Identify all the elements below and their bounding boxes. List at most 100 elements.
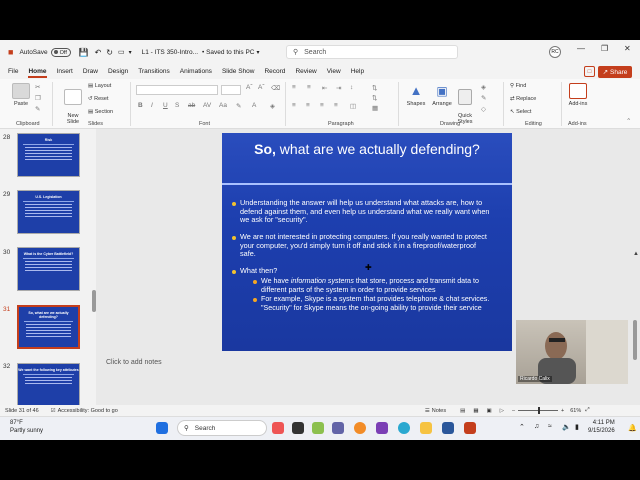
shapes-button[interactable]: ▲ Shapes bbox=[404, 83, 428, 107]
undo-icon[interactable]: ↶ bbox=[95, 48, 102, 57]
shape-fill-icon[interactable]: ◈ bbox=[481, 83, 486, 91]
save-icon[interactable]: 💾 bbox=[79, 48, 89, 57]
align-center-icon[interactable]: ≡ bbox=[306, 102, 310, 109]
sub-bullet-information-systems[interactable]: We have information systems that store, … bbox=[253, 277, 491, 294]
decrease-indent-icon[interactable]: ⇤ bbox=[322, 84, 327, 92]
text-direction-icon[interactable]: ⇅ bbox=[372, 84, 377, 92]
tab-transitions[interactable]: Transitions bbox=[138, 68, 170, 75]
slideshow-icon[interactable]: ▷ bbox=[500, 408, 504, 414]
slide-thumbnail[interactable]: We want the following key attributes bbox=[17, 363, 80, 407]
increase-font-icon[interactable]: Aˆ bbox=[246, 84, 253, 91]
minimize-icon[interactable]: — bbox=[577, 44, 585, 53]
zoom-in-icon[interactable]: + bbox=[561, 408, 564, 414]
firefox-icon[interactable] bbox=[354, 422, 366, 434]
smartart-icon[interactable]: ▦ bbox=[372, 104, 378, 112]
strikethrough-icon[interactable]: ab bbox=[188, 102, 195, 109]
zoom-out-icon[interactable]: – bbox=[512, 408, 515, 414]
notes-button[interactable]: Notes bbox=[432, 408, 446, 414]
increase-indent-icon[interactable]: ⇥ bbox=[336, 84, 341, 92]
collapse-ribbon-icon[interactable]: ⌃ bbox=[626, 117, 631, 125]
slide-title[interactable]: So, what are we actually defending? bbox=[222, 140, 512, 158]
share-button[interactable]: ↗ Share bbox=[598, 66, 632, 78]
present-icon[interactable]: ▭ bbox=[118, 48, 125, 56]
volume-icon[interactable]: ♫ bbox=[534, 423, 539, 430]
slide-canvas[interactable]: So, what are we actually defending? Unde… bbox=[222, 133, 512, 351]
numbering-icon[interactable]: ≡ bbox=[307, 84, 311, 91]
avatar[interactable]: RC bbox=[549, 46, 561, 58]
powerpoint-taskbar-icon[interactable] bbox=[464, 422, 476, 434]
font-name-select[interactable] bbox=[136, 85, 218, 95]
slide-thumbnail[interactable]: U.S. Legislation bbox=[17, 190, 80, 234]
notifications-icon[interactable]: 🔔 bbox=[628, 424, 637, 432]
section-button[interactable]: ▤ Section bbox=[88, 109, 113, 115]
tab-slide-show[interactable]: Slide Show bbox=[222, 68, 255, 75]
zoom-slider[interactable] bbox=[518, 407, 559, 414]
tab-help[interactable]: Help bbox=[351, 68, 364, 75]
comments-icon[interactable]: □ bbox=[584, 66, 595, 77]
arrange-button[interactable]: ▣ Arrange bbox=[430, 83, 454, 107]
tab-record[interactable]: Record bbox=[264, 68, 285, 75]
italic-icon[interactable]: I bbox=[151, 102, 153, 109]
accessibility-status[interactable]: Accessibility: Good to go bbox=[58, 408, 118, 414]
widgets-icon[interactable] bbox=[312, 422, 324, 434]
autosave-toggle[interactable]: Off bbox=[50, 47, 71, 57]
file-explorer-icon[interactable] bbox=[420, 422, 432, 434]
tab-design[interactable]: Design bbox=[108, 68, 128, 75]
paste-button[interactable]: Paste bbox=[8, 83, 34, 107]
sub-bullet-skype-example[interactable]: For example, Skype is a system that prov… bbox=[253, 295, 491, 312]
slide-thumbnail[interactable]: What is the Cyber Battlefield? bbox=[17, 247, 80, 291]
slide-thumbnail[interactable]: Risk bbox=[17, 133, 80, 177]
tab-draw[interactable]: Draw bbox=[83, 68, 98, 75]
shading-icon[interactable]: ◈ bbox=[270, 102, 275, 110]
copilot-icon[interactable] bbox=[272, 422, 284, 434]
bold-icon[interactable]: B bbox=[138, 102, 143, 109]
layout-button[interactable]: ▤ Layout bbox=[88, 83, 111, 89]
reading-view-icon[interactable]: ▣ bbox=[487, 408, 492, 414]
close-icon[interactable]: ✕ bbox=[624, 44, 631, 53]
font-size-select[interactable] bbox=[221, 85, 241, 95]
align-left-icon[interactable]: ≡ bbox=[292, 102, 296, 109]
tab-view[interactable]: View bbox=[327, 68, 341, 75]
find-button[interactable]: ⚲ Find bbox=[510, 83, 526, 89]
battery-icon[interactable]: ▮ bbox=[575, 423, 579, 431]
teams-icon[interactable] bbox=[332, 422, 344, 434]
tray-chevron-icon[interactable]: ⌃ bbox=[519, 423, 525, 431]
normal-view-icon[interactable]: ▤ bbox=[460, 408, 465, 414]
decrease-font-icon[interactable]: Aˇ bbox=[258, 84, 265, 91]
tab-insert[interactable]: Insert bbox=[57, 68, 73, 75]
bullet-not-computers[interactable]: We are not interested in protecting comp… bbox=[232, 232, 490, 259]
wifi-icon[interactable]: ≈ bbox=[548, 423, 552, 430]
shape-effects-icon[interactable]: ◇ bbox=[481, 105, 486, 113]
tab-review[interactable]: Review bbox=[295, 68, 316, 75]
scroll-up-icon[interactable]: ▲ bbox=[633, 251, 639, 257]
cut-icon[interactable]: ✂ bbox=[35, 83, 40, 91]
redo-icon[interactable]: ↻ bbox=[106, 48, 113, 57]
change-case-icon[interactable]: Aa bbox=[219, 102, 227, 109]
align-text-icon[interactable]: ⇅ bbox=[372, 94, 377, 102]
highlight-icon[interactable]: ✎ bbox=[236, 102, 241, 110]
copy-icon[interactable]: ❐ bbox=[35, 94, 41, 102]
taskbar-search[interactable]: ⚲ Search bbox=[177, 420, 267, 436]
tab-file[interactable]: File bbox=[8, 68, 18, 75]
columns-icon[interactable]: ◫ bbox=[350, 102, 356, 110]
clear-format-icon[interactable]: ⌫ bbox=[271, 84, 280, 92]
shadow-icon[interactable]: S bbox=[175, 102, 179, 109]
fit-slide-icon[interactable]: ⤢ bbox=[585, 407, 589, 414]
document-title[interactable]: L1 - ITS 350-Intro... bbox=[142, 49, 198, 56]
notes-placeholder[interactable]: Click to add notes bbox=[106, 359, 162, 366]
char-spacing-icon[interactable]: AV bbox=[203, 102, 211, 109]
font-color-icon[interactable]: A bbox=[252, 102, 256, 109]
customize-qat-icon[interactable]: ▾ bbox=[129, 49, 132, 56]
speaker-icon[interactable]: 🔈 bbox=[562, 423, 571, 431]
windows-start-icon[interactable] bbox=[156, 422, 168, 434]
weather-widget[interactable]: 87°F Partly sunny bbox=[10, 419, 43, 435]
search-box[interactable]: ⚲ Search bbox=[286, 45, 458, 59]
task-view-icon[interactable] bbox=[292, 422, 304, 434]
underline-icon[interactable]: U bbox=[163, 102, 168, 109]
outlook-icon[interactable] bbox=[442, 422, 454, 434]
slide-sorter-icon[interactable]: ▦ bbox=[473, 408, 478, 414]
align-right-icon[interactable]: ≡ bbox=[320, 102, 324, 109]
zoom-level[interactable]: 61% bbox=[570, 408, 581, 414]
slide-thumbnail-selected[interactable]: So, what are we actually defending? bbox=[17, 305, 80, 349]
maximize-icon[interactable]: ❐ bbox=[601, 44, 608, 53]
